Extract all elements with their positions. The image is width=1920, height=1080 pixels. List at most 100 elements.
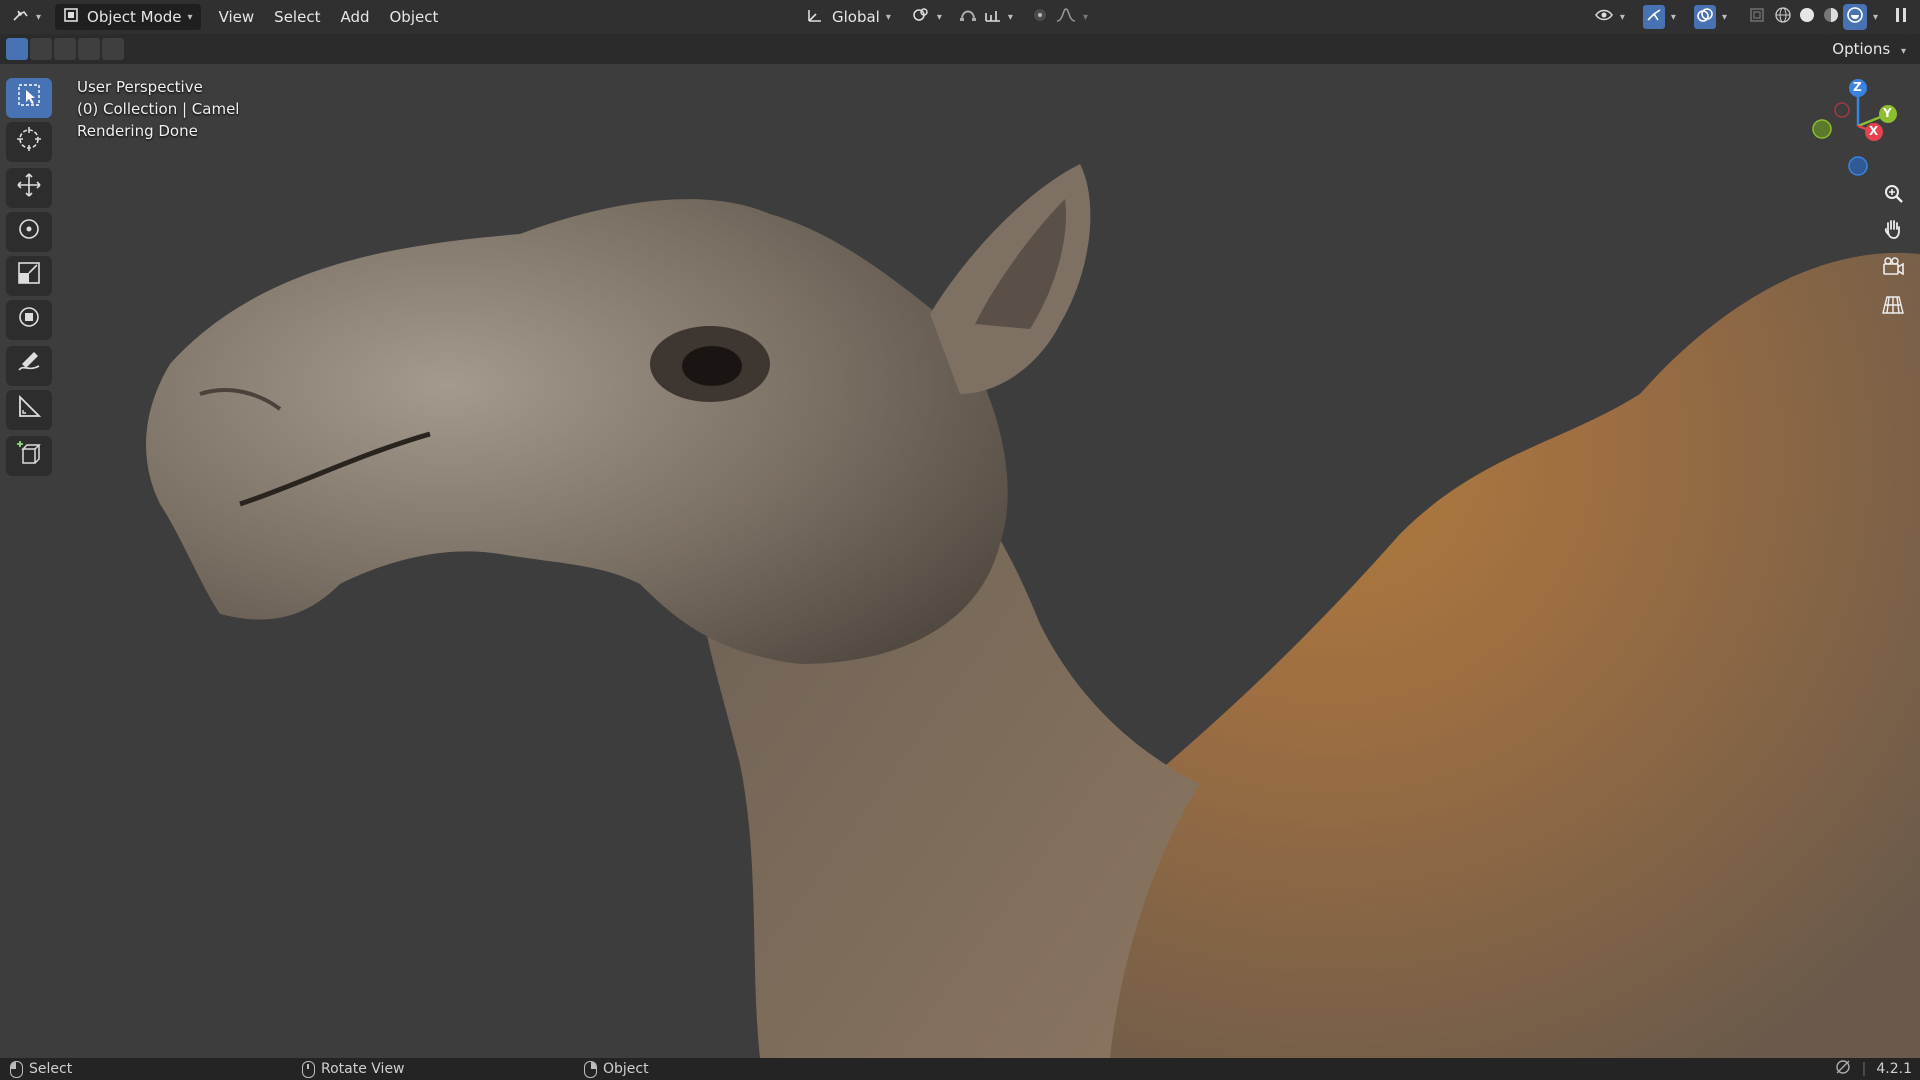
snap-toggle[interactable]: ▾: [952, 4, 1019, 30]
rotate-icon: [16, 216, 42, 248]
measure-icon: [16, 394, 42, 426]
chevron-down-icon: ▾: [36, 11, 42, 23]
snap-increment-icon: [984, 7, 1002, 27]
zoom-button[interactable]: [1878, 180, 1908, 210]
transform-orientation-label: Global: [832, 8, 880, 26]
xray-icon: [1749, 7, 1765, 27]
transform-tool[interactable]: [6, 300, 52, 340]
scale-icon: [16, 260, 42, 292]
transform-icon: [16, 304, 42, 336]
pivot-point-dropdown[interactable]: ▾: [905, 4, 948, 30]
view-name: User Perspective: [77, 78, 203, 96]
gizmo-x-label: X: [1869, 124, 1879, 138]
rendered-shading-icon: [1846, 6, 1864, 28]
chevron-down-icon: ▾: [1007, 11, 1013, 23]
selectability-visibility-dropdown[interactable]: ▾: [1588, 4, 1631, 30]
gizmo-y-label: Y: [1883, 106, 1892, 120]
solid-shading-icon: [1798, 6, 1816, 28]
options-label: Options: [1832, 40, 1891, 58]
3d-viewport[interactable]: User Perspective (0) Collection | Camel …: [0, 64, 1920, 1058]
pan-button[interactable]: [1878, 216, 1908, 246]
cursor-icon: [16, 126, 42, 158]
render-status: Rendering Done: [77, 122, 198, 140]
visibility-icon: [1594, 7, 1614, 27]
object-mode-icon: [63, 7, 79, 27]
version-label: 4.2.1: [1876, 1061, 1912, 1077]
pause-render-button[interactable]: [1888, 4, 1914, 30]
navigation-gizmo[interactable]: Z Y X: [1792, 74, 1902, 184]
status-middle-label: Rotate View: [321, 1061, 405, 1077]
overlay-toggle[interactable]: ▾: [1688, 4, 1733, 30]
cursor-tool[interactable]: [6, 122, 52, 162]
falloff-icon: [1055, 7, 1077, 27]
shading-solid-button[interactable]: [1795, 4, 1819, 30]
chevron-down-icon: ▾: [1670, 11, 1676, 23]
ortho-grid-icon: [1882, 294, 1904, 321]
chevron-down-icon: ▾: [936, 11, 942, 23]
measure-tool[interactable]: [6, 390, 52, 430]
menu-add[interactable]: Add: [330, 4, 379, 30]
tool-shelf: [6, 78, 56, 480]
menu-object[interactable]: Object: [380, 4, 449, 30]
status-left-label: Select: [29, 1061, 73, 1077]
editor-type-button[interactable]: ▾: [6, 4, 47, 30]
gizmo-icon: [1642, 5, 1665, 29]
camel-render: [146, 164, 1920, 1058]
proportional-editing-toggle[interactable]: ▾: [1025, 4, 1094, 30]
proportional-icon: [1031, 7, 1049, 27]
xray-toggle[interactable]: [1743, 4, 1771, 30]
move-icon: [16, 172, 42, 204]
annotate-icon: [16, 350, 42, 382]
chevron-down-icon: ▾: [1900, 46, 1906, 57]
select-box-tool[interactable]: [6, 78, 52, 118]
rotate-tool[interactable]: [6, 212, 52, 252]
transform-orientation-icon: [806, 7, 824, 27]
viewport-info: User Perspective (0) Collection | Camel …: [77, 76, 239, 142]
transform-orientation-dropdown[interactable]: Global ▾: [800, 4, 897, 30]
annotate-tool[interactable]: [6, 346, 52, 386]
scale-tool[interactable]: [6, 256, 52, 296]
add-cube-icon: [16, 440, 42, 472]
select-box-icon: [17, 83, 41, 113]
gizmo-z-label: Z: [1853, 80, 1862, 94]
options-dropdown[interactable]: Options ▾: [1824, 38, 1914, 60]
material-shading-icon: [1822, 6, 1840, 28]
select-extend-mode-button[interactable]: [30, 38, 52, 60]
shading-material-button[interactable]: [1819, 4, 1843, 30]
select-subtract-mode-button[interactable]: [54, 38, 76, 60]
shading-wireframe-button[interactable]: [1771, 4, 1795, 30]
camera-view-button[interactable]: [1878, 254, 1908, 284]
status-right-hint: Object: [584, 1060, 649, 1078]
pivot-icon: [911, 7, 931, 27]
zoom-icon: [1882, 182, 1904, 209]
chevron-down-icon: ▾: [885, 11, 891, 23]
chevron-down-icon: ▾: [1619, 11, 1625, 23]
chevron-down-icon: ▾: [187, 11, 193, 23]
tool-settings-bar: [0, 34, 1920, 64]
overlay-icon: [1693, 5, 1716, 29]
mouse-right-icon: [584, 1060, 597, 1078]
select-new-mode-button[interactable]: [6, 38, 28, 60]
viewport-header: ▾ Object Mode ▾ View Select Add Object G…: [0, 0, 1920, 34]
mouse-middle-icon: [302, 1060, 315, 1078]
menu-select[interactable]: Select: [264, 4, 330, 30]
ortho-perspective-button[interactable]: [1878, 292, 1908, 322]
shading-options-chevron-icon[interactable]: ▾: [1873, 12, 1878, 23]
snap-icon: [958, 7, 978, 27]
gizmo-toggle[interactable]: ▾: [1637, 4, 1682, 30]
status-middle-hint: Rotate View: [302, 1060, 405, 1078]
shading-rendered-button[interactable]: [1842, 4, 1867, 30]
pause-icon: [1894, 7, 1908, 27]
mouse-left-icon: [10, 1060, 23, 1078]
chevron-down-icon: ▾: [1082, 11, 1088, 23]
select-invert-mode-button[interactable]: [78, 38, 100, 60]
select-intersect-mode-button[interactable]: [102, 38, 124, 60]
wireframe-shading-icon: [1774, 6, 1792, 28]
move-tool[interactable]: [6, 168, 52, 208]
mode-label: Object Mode: [87, 8, 182, 26]
mode-selector[interactable]: Object Mode ▾: [55, 4, 201, 30]
menu-view[interactable]: View: [209, 4, 265, 30]
add-cube-tool[interactable]: [6, 436, 52, 476]
network-off-icon: [1834, 1059, 1852, 1079]
status-left-hint: Select: [10, 1060, 73, 1078]
